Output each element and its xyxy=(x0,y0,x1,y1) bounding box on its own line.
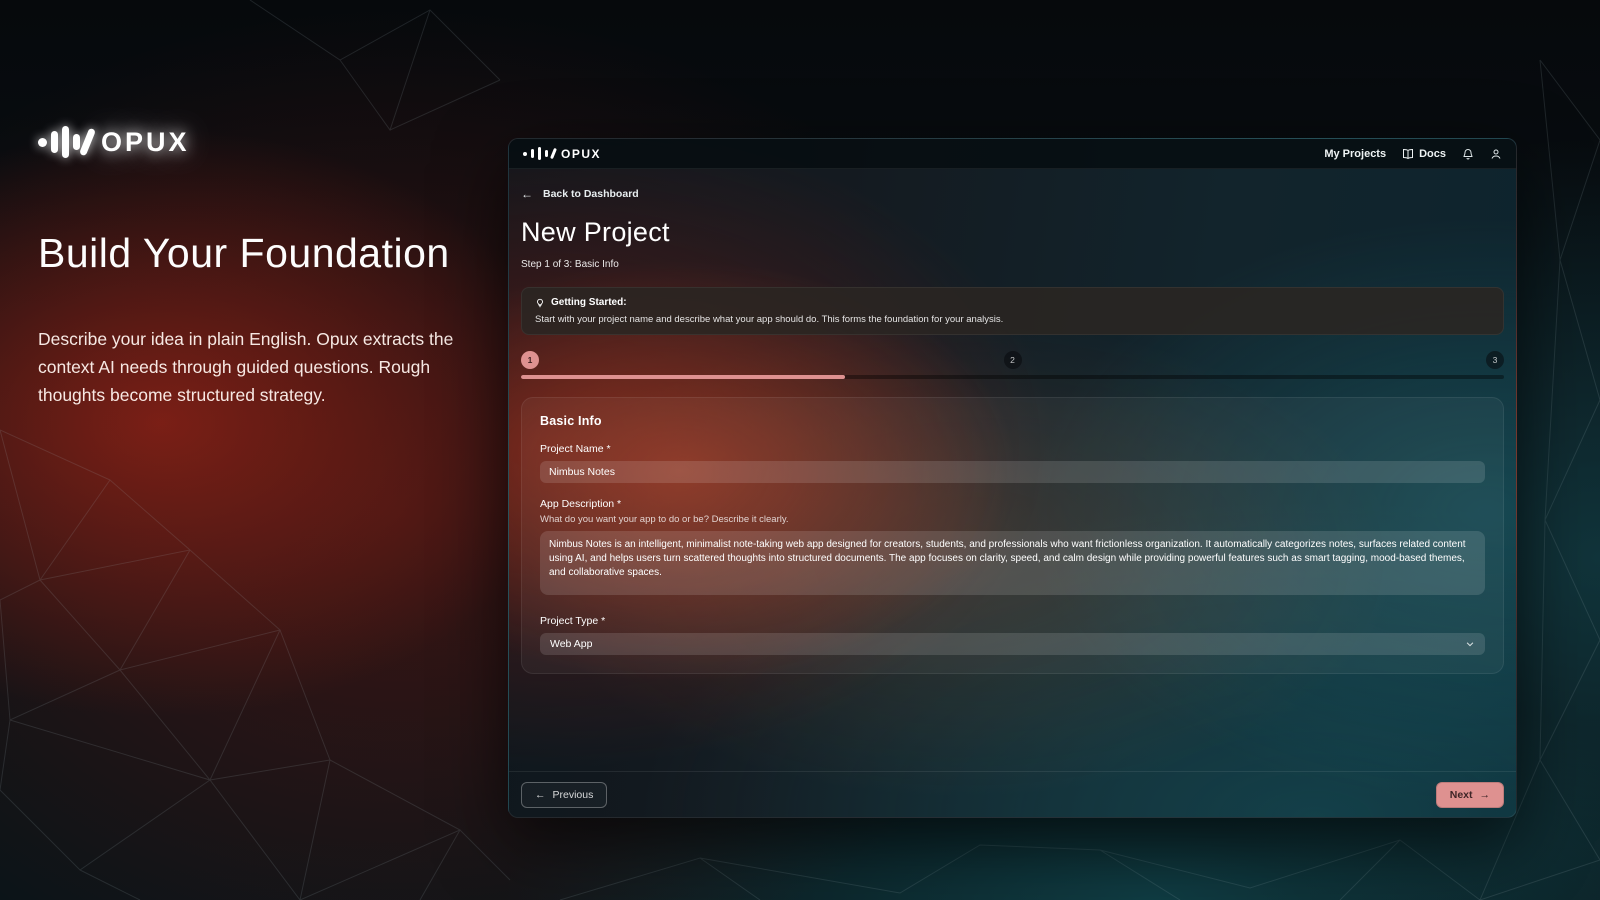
app-description-textarea[interactable]: Nimbus Notes is an intelligent, minimali… xyxy=(540,531,1485,595)
hero-title: Build Your Foundation xyxy=(38,230,498,277)
nav-docs-label: Docs xyxy=(1419,148,1446,160)
project-name-label: Project Name * xyxy=(540,443,1485,455)
card-title: Basic Info xyxy=(540,414,1485,428)
hero-panel: OPUX Build Your Foundation Describe your… xyxy=(38,126,498,409)
account-button[interactable] xyxy=(1490,148,1502,160)
nav-docs[interactable]: Docs xyxy=(1402,148,1446,160)
header-nav: My Projects Docs xyxy=(1324,148,1502,160)
lightbulb-icon xyxy=(535,298,545,308)
getting-started-tip: Getting Started: Start with your project… xyxy=(521,287,1504,335)
project-type-select[interactable]: Web App xyxy=(540,633,1485,655)
step-indicator-label: Step 1 of 3: Basic Info xyxy=(521,259,1504,270)
book-icon xyxy=(1402,148,1414,160)
progress-fill xyxy=(521,375,845,379)
arrow-right-icon: → xyxy=(1480,789,1491,801)
opux-logo-icon xyxy=(523,147,555,160)
wizard-footer: ← Previous Next → xyxy=(509,771,1516,817)
previous-button[interactable]: ← Previous xyxy=(521,782,607,808)
step-2-dot[interactable]: 2 xyxy=(1004,351,1022,369)
nav-my-projects-label: My Projects xyxy=(1324,148,1386,160)
tip-title-row: Getting Started: xyxy=(535,297,1490,308)
app-description-helper: What do you want your app to do or be? D… xyxy=(540,514,1485,525)
project-type-value: Web App xyxy=(550,638,592,650)
step-3-dot[interactable]: 3 xyxy=(1486,351,1504,369)
project-name-input[interactable] xyxy=(540,461,1485,483)
app-header: OPUX My Projects Docs xyxy=(509,139,1516,169)
project-type-label: Project Type * xyxy=(540,615,1485,627)
opux-logo-text: OPUX xyxy=(101,127,190,158)
opux-logo-icon xyxy=(38,126,91,158)
app-description-label: App Description * xyxy=(540,498,1485,510)
app-window: OPUX My Projects Docs ← Back to Dashboar… xyxy=(508,138,1517,818)
bell-icon xyxy=(1462,148,1474,160)
step-1-dot[interactable]: 1 xyxy=(521,351,539,369)
app-logo[interactable]: OPUX xyxy=(523,147,601,161)
chevron-down-icon xyxy=(1465,639,1475,649)
tip-body: Start with your project name and describ… xyxy=(535,314,1490,325)
app-logo-text: OPUX xyxy=(561,147,601,161)
user-icon xyxy=(1490,148,1502,160)
page-title: New Project xyxy=(521,217,1504,248)
next-button-label: Next xyxy=(1450,789,1473,801)
app-content: ← Back to Dashboard New Project Step 1 o… xyxy=(509,169,1516,674)
arrow-left-icon: ← xyxy=(535,789,546,801)
tip-title: Getting Started: xyxy=(551,297,627,308)
step-circles: 1 2 3 xyxy=(521,351,1504,369)
previous-button-label: Previous xyxy=(553,789,594,801)
hero-description: Describe your idea in plain English. Opu… xyxy=(38,325,498,409)
progress-track xyxy=(521,375,1504,379)
notifications-button[interactable] xyxy=(1462,148,1474,160)
basic-info-card: Basic Info Project Name * App Descriptio… xyxy=(521,397,1504,674)
next-button[interactable]: Next → xyxy=(1436,782,1504,808)
arrow-left-icon: ← xyxy=(521,187,533,201)
progress-stepper: 1 2 3 xyxy=(521,351,1504,379)
page: { "colors": { "accent": "#de9190", "acce… xyxy=(0,0,1600,900)
back-to-dashboard-link[interactable]: ← Back to Dashboard xyxy=(521,187,639,201)
back-link-label: Back to Dashboard xyxy=(543,188,639,200)
opux-logo: OPUX xyxy=(38,126,498,158)
nav-my-projects[interactable]: My Projects xyxy=(1324,148,1386,160)
